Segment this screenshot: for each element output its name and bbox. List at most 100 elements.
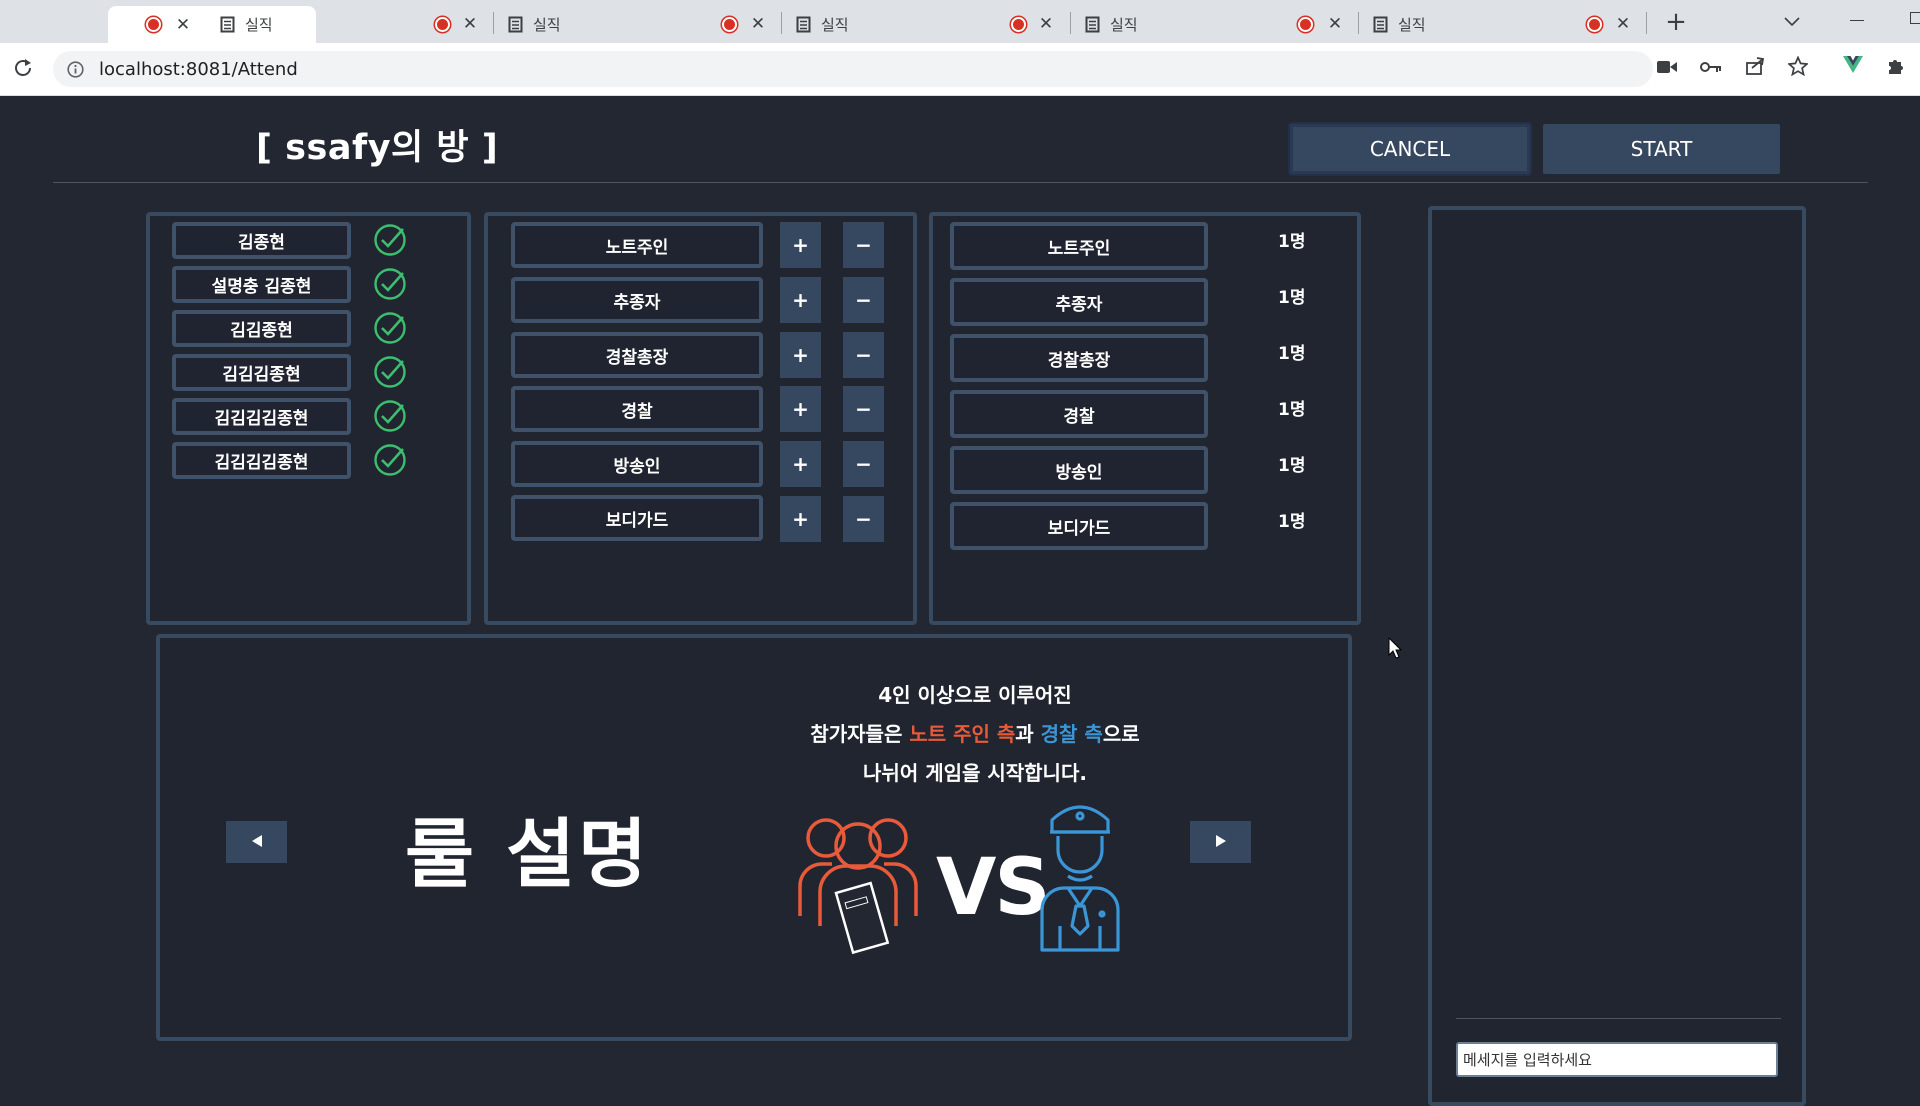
add-role-button[interactable]: +: [780, 222, 821, 268]
chat-panel: [1428, 206, 1806, 1106]
close-tab-icon[interactable]: ✕: [748, 14, 768, 34]
close-tab-icon[interactable]: ✕: [460, 14, 480, 34]
browser-tab[interactable]: 실직 ✕: [1373, 6, 1643, 43]
summary-role-count: 1명: [1278, 288, 1306, 308]
browser-tab[interactable]: 실직 ✕: [796, 6, 1066, 43]
add-role-button[interactable]: +: [780, 496, 821, 542]
close-tab-icon[interactable]: ✕: [1325, 14, 1345, 34]
add-role-button[interactable]: +: [780, 386, 821, 432]
summary-role-name: 방송인: [950, 446, 1208, 494]
remove-role-button[interactable]: −: [843, 222, 884, 268]
vue-devtools-icon[interactable]: [1843, 56, 1863, 78]
rules-line-2-post: 으로: [1102, 722, 1140, 746]
browser-tab[interactable]: 실직 ✕: [220, 6, 490, 43]
note-side-text: 노트 주인 측: [909, 722, 1016, 746]
previous-rule-button[interactable]: [226, 821, 287, 863]
role-name: 경찰: [511, 386, 763, 432]
summary-role-count: 1명: [1278, 456, 1306, 476]
tab-title: 실직: [821, 16, 849, 34]
camera-icon[interactable]: [1657, 59, 1677, 78]
player-name: 설명충 김종현: [172, 266, 351, 303]
document-icon: [1085, 16, 1100, 33]
remove-role-button[interactable]: −: [843, 386, 884, 432]
tab-title: 실직: [245, 16, 273, 34]
player-name: 김김종현: [172, 310, 351, 347]
note-owner-group-icon: [796, 808, 920, 972]
close-tab-icon[interactable]: ✕: [173, 15, 193, 35]
share-icon[interactable]: [1745, 56, 1765, 80]
key-icon[interactable]: [1700, 59, 1722, 78]
role-setup-panel: 노트주인 + − 추종자 + − 경찰총장 + − 경찰 + − 방송인 + −…: [484, 212, 917, 625]
rules-line-1: 4인 이상으로 이루어진: [878, 683, 1072, 707]
triangle-right-icon: [1214, 833, 1228, 852]
summary-role-name: 추종자: [950, 278, 1208, 326]
role-summary-panel: 노트주인 1명 추종자 1명 경찰총장 1명 경찰 1명 방송인 1명 보디가드…: [929, 212, 1361, 625]
star-icon[interactable]: [1786, 55, 1810, 80]
player-name: 김종현: [172, 222, 351, 259]
recording-icon: [1587, 17, 1602, 32]
reload-icon[interactable]: [12, 57, 34, 83]
document-icon: [796, 16, 811, 33]
document-icon: [1373, 16, 1388, 33]
tab-separator: [1358, 12, 1359, 34]
minimize-window-icon[interactable]: [1850, 20, 1864, 21]
summary-role-name: 보디가드: [950, 502, 1208, 550]
chat-message-input[interactable]: [1456, 1042, 1778, 1077]
start-button[interactable]: START: [1543, 124, 1780, 174]
player-name: 김김김김종현: [172, 442, 351, 479]
header-divider: [53, 182, 1868, 183]
browser-toolbar: localhost:8081/Attend: [0, 43, 1920, 96]
add-role-button[interactable]: +: [780, 441, 821, 487]
recording-icon: [1011, 17, 1026, 32]
close-tab-icon[interactable]: ✕: [1613, 14, 1633, 34]
new-tab-icon[interactable]: +: [1663, 9, 1689, 35]
add-role-button[interactable]: +: [780, 277, 821, 323]
tab-title: 실직: [1110, 16, 1138, 34]
ready-check-icon: [373, 399, 407, 433]
info-icon[interactable]: [67, 61, 84, 82]
summary-role-name: 노트주인: [950, 222, 1208, 270]
room-title: [ ssafy의 방 ]: [256, 128, 499, 168]
role-name: 추종자: [511, 277, 763, 323]
recording-icon: [146, 17, 161, 32]
role-name: 경찰총장: [511, 332, 763, 378]
browser-tab[interactable]: 실직 ✕: [508, 6, 778, 43]
police-side-text: 경찰 측: [1040, 722, 1103, 746]
tab-title: 실직: [1398, 16, 1426, 34]
summary-role-count: 1명: [1278, 512, 1306, 532]
ready-check-icon: [373, 443, 407, 477]
recording-icon: [435, 17, 450, 32]
chevron-down-icon[interactable]: [1784, 12, 1800, 31]
recording-icon: [722, 17, 737, 32]
browser-tab[interactable]: 실직 ✕: [1085, 6, 1355, 43]
add-role-button[interactable]: +: [780, 332, 821, 378]
remove-role-button[interactable]: −: [843, 441, 884, 487]
versus-text: VS: [936, 843, 1051, 933]
next-rule-button[interactable]: [1190, 821, 1251, 863]
remove-role-button[interactable]: −: [843, 332, 884, 378]
close-tab-icon[interactable]: ✕: [1036, 14, 1056, 34]
rules-title: 룰 설명: [405, 810, 651, 898]
rules-line-3: 나뉘어 게임을 시작합니다.: [863, 761, 1087, 785]
document-icon: [508, 16, 523, 33]
browser-tab-strip: ✕ 실직 ✕ 실직 ✕ 실직 ✕ 실직 ✕ 실직 ✕ +: [0, 0, 1920, 43]
maximize-window-icon[interactable]: [1910, 12, 1920, 24]
url-text: localhost:8081/Attend: [99, 59, 298, 80]
summary-role-count: 1명: [1278, 232, 1306, 252]
summary-role-name: 경찰총장: [950, 334, 1208, 382]
rules-panel: 룰 설명 4인 이상으로 이루어진 참가자들은 노트 주인 측과 경찰 측으로 …: [156, 634, 1352, 1041]
cancel-button[interactable]: CANCEL: [1290, 124, 1530, 174]
ready-check-icon: [373, 267, 407, 301]
extensions-icon[interactable]: [1886, 56, 1906, 80]
remove-role-button[interactable]: −: [843, 496, 884, 542]
ready-check-icon: [373, 355, 407, 389]
player-name: 김김김종현: [172, 354, 351, 391]
rules-line-2-mid: 과: [1015, 722, 1041, 746]
remove-role-button[interactable]: −: [843, 277, 884, 323]
summary-role-name: 경찰: [950, 390, 1208, 438]
document-icon: [220, 16, 235, 33]
address-bar[interactable]: localhost:8081/Attend: [53, 51, 1653, 87]
role-name: 방송인: [511, 441, 763, 487]
chat-divider: [1456, 1018, 1781, 1019]
ready-check-icon: [373, 223, 407, 257]
